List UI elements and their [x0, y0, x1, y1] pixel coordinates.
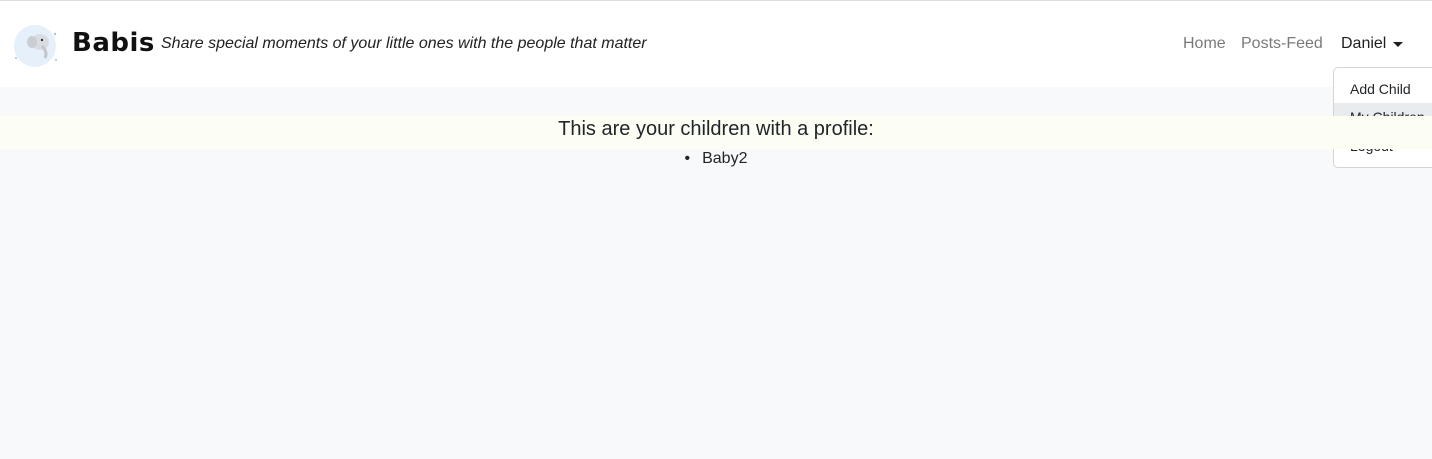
- nav-link-home[interactable]: Home: [1183, 35, 1226, 53]
- child-list-item: Baby2: [685, 150, 747, 168]
- children-list: Baby2: [0, 150, 1432, 168]
- brand-name[interactable]: Babis: [72, 28, 155, 58]
- page-heading: This are your children with a profile:: [558, 118, 874, 140]
- nav-link-posts-feed[interactable]: Posts-Feed: [1241, 35, 1323, 53]
- menu-item-add-child[interactable]: Add Child: [1334, 75, 1432, 103]
- user-menu-toggle[interactable]: Daniel: [1341, 35, 1386, 53]
- tagline: Share special moments of your little one…: [161, 35, 647, 52]
- baby-elephant-moon-icon[interactable]: [8, 22, 62, 70]
- caret-down-icon[interactable]: [1393, 42, 1403, 47]
- navbar: Babis Share special moments of your litt…: [0, 1, 1432, 87]
